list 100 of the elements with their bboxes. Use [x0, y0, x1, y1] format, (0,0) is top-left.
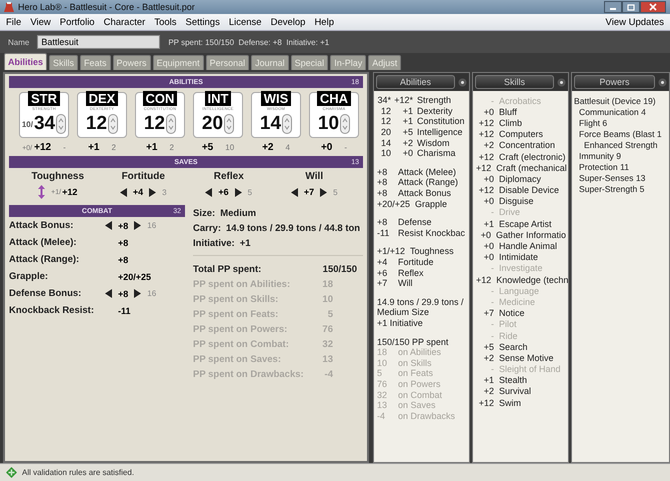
skill-name: Disguise	[499, 196, 534, 206]
summary-text: +4	[377, 257, 388, 268]
increase-arrow-icon[interactable]	[134, 289, 142, 298]
skill-name: Escape Artist	[499, 218, 552, 229]
menu-item[interactable]: Portfolio	[60, 16, 95, 28]
summary-text: +8	[377, 188, 388, 198]
spinner-icon[interactable]	[108, 114, 118, 134]
stat-value: +8	[118, 288, 128, 298]
summary-text: on Abilities	[398, 347, 442, 358]
up-down-icon	[38, 185, 46, 199]
power-item: Communication 4	[579, 106, 646, 116]
ability-abbreviation: INT	[204, 91, 232, 106]
maximize-button[interactable]	[622, 1, 640, 13]
summary-text: Reflex	[398, 268, 424, 278]
skill-bonus: +12	[478, 185, 494, 196]
column-header-button[interactable]: Powers	[574, 75, 655, 89]
increase-arrow-icon[interactable]	[149, 188, 156, 196]
save-cost: 5	[333, 188, 338, 196]
skill-bonus: +2	[482, 386, 494, 396]
skill-bonus: +0	[480, 230, 491, 240]
summary-text: Attack Bonus	[398, 188, 452, 198]
spinner-icon[interactable]	[340, 114, 350, 134]
menu-item[interactable]: Tools	[154, 16, 176, 28]
options-icon[interactable]	[557, 78, 566, 86]
options-icon[interactable]	[658, 78, 667, 86]
save-value: +12	[62, 187, 78, 197]
minimize-button[interactable]	[604, 1, 622, 13]
status-message: All validation rules are satisfied.	[22, 468, 134, 477]
increase-arrow-icon[interactable]	[234, 188, 242, 196]
increase-arrow-icon[interactable]	[134, 221, 142, 230]
stat-label: Size:	[193, 208, 216, 219]
skill-name: Search	[499, 342, 528, 352]
summary-text: 150/150 PP spent	[377, 336, 448, 347]
menu-item[interactable]: File	[6, 16, 22, 28]
menu-item[interactable]: View	[30, 16, 51, 28]
summary-text: on Combat	[398, 390, 442, 400]
skill-bonus: -	[490, 319, 494, 330]
menu-item[interactable]: Help	[314, 16, 334, 28]
decrease-arrow-icon[interactable]	[205, 188, 212, 196]
skill-name: Swim	[499, 398, 521, 408]
total-value: 150/150	[322, 264, 357, 275]
decrease-arrow-icon[interactable]	[120, 188, 127, 196]
skill-bonus: -	[490, 286, 494, 296]
power-item: Force Beams (Blast 1	[579, 128, 662, 138]
skill-name: Language	[499, 286, 540, 296]
summary-text: on Drawbacks	[398, 410, 456, 421]
spinner-icon[interactable]	[166, 114, 176, 134]
close-button[interactable]	[640, 1, 666, 13]
menu-item[interactable]: Character	[104, 16, 146, 28]
view-updates-link[interactable]: View Updates	[606, 16, 664, 28]
summary-text: Will	[398, 278, 412, 288]
skill-name: Drive	[499, 207, 520, 218]
summary-text: 12	[380, 106, 391, 116]
decrease-arrow-icon[interactable]	[105, 289, 112, 298]
column-header-button[interactable]: Skills	[475, 75, 554, 89]
pp-value: 32	[321, 339, 333, 350]
pp-label: PP spent on Combat:	[193, 339, 289, 350]
menu-item[interactable]: Settings	[186, 16, 220, 28]
skill-bonus: -	[490, 364, 494, 374]
column-header-button[interactable]: Abilities	[376, 75, 455, 89]
skill-bonus: +0	[482, 174, 494, 184]
stat-value: +8	[118, 254, 128, 264]
menu-item[interactable]: License	[228, 16, 262, 28]
ability-abbreviation: STR	[28, 91, 60, 106]
close-icon	[649, 3, 657, 11]
summary-text: Constitution	[417, 116, 465, 126]
pp-label: PP spent on Feats:	[193, 309, 278, 320]
power-item: Immunity 9	[579, 150, 622, 160]
app-icon	[4, 2, 14, 12]
skill-name: Handle Animal	[499, 241, 558, 252]
menu-item[interactable]: Develop	[270, 16, 306, 28]
summary-text: +1/+12	[377, 246, 406, 256]
summary-text: 14.9 tons / 29.9 tons /	[377, 296, 464, 307]
pp-label: PP spent on Abilities:	[193, 279, 290, 290]
stat-value: 14.9 tons / 29.9 tons / 44.8 ton	[226, 223, 360, 234]
name-field[interactable]: Battlesuit	[37, 35, 160, 49]
summary-text: 14	[380, 138, 391, 148]
skill-name: Medicine	[499, 296, 536, 307]
ability-score: 12	[86, 113, 108, 135]
base-score: 10/	[22, 120, 33, 128]
pp-value: 5	[326, 309, 333, 320]
decrease-arrow-icon[interactable]	[290, 188, 298, 196]
skill-bonus: +7	[482, 308, 494, 318]
decrease-arrow-icon[interactable]	[105, 221, 112, 230]
save-value: +4	[132, 187, 144, 197]
ability-modifier: +0	[320, 142, 332, 153]
options-icon[interactable]	[458, 78, 467, 86]
skill-name: Stealth	[499, 375, 528, 386]
power-item: Super-Senses 13	[579, 172, 646, 182]
increase-arrow-icon[interactable]	[320, 188, 328, 196]
spinner-icon[interactable]	[282, 114, 292, 134]
skill-name: Ride	[499, 330, 518, 341]
stat-label: Grapple:	[9, 271, 50, 282]
spinner-icon[interactable]	[224, 114, 234, 134]
spinner-icon[interactable]	[56, 114, 66, 134]
skill-name: Survival	[499, 386, 532, 396]
skill-bonus: +0	[482, 252, 494, 262]
tab[interactable]: Abilities	[4, 53, 48, 70]
summary-text: +1	[402, 116, 413, 126]
pp-value: -4	[324, 369, 333, 380]
